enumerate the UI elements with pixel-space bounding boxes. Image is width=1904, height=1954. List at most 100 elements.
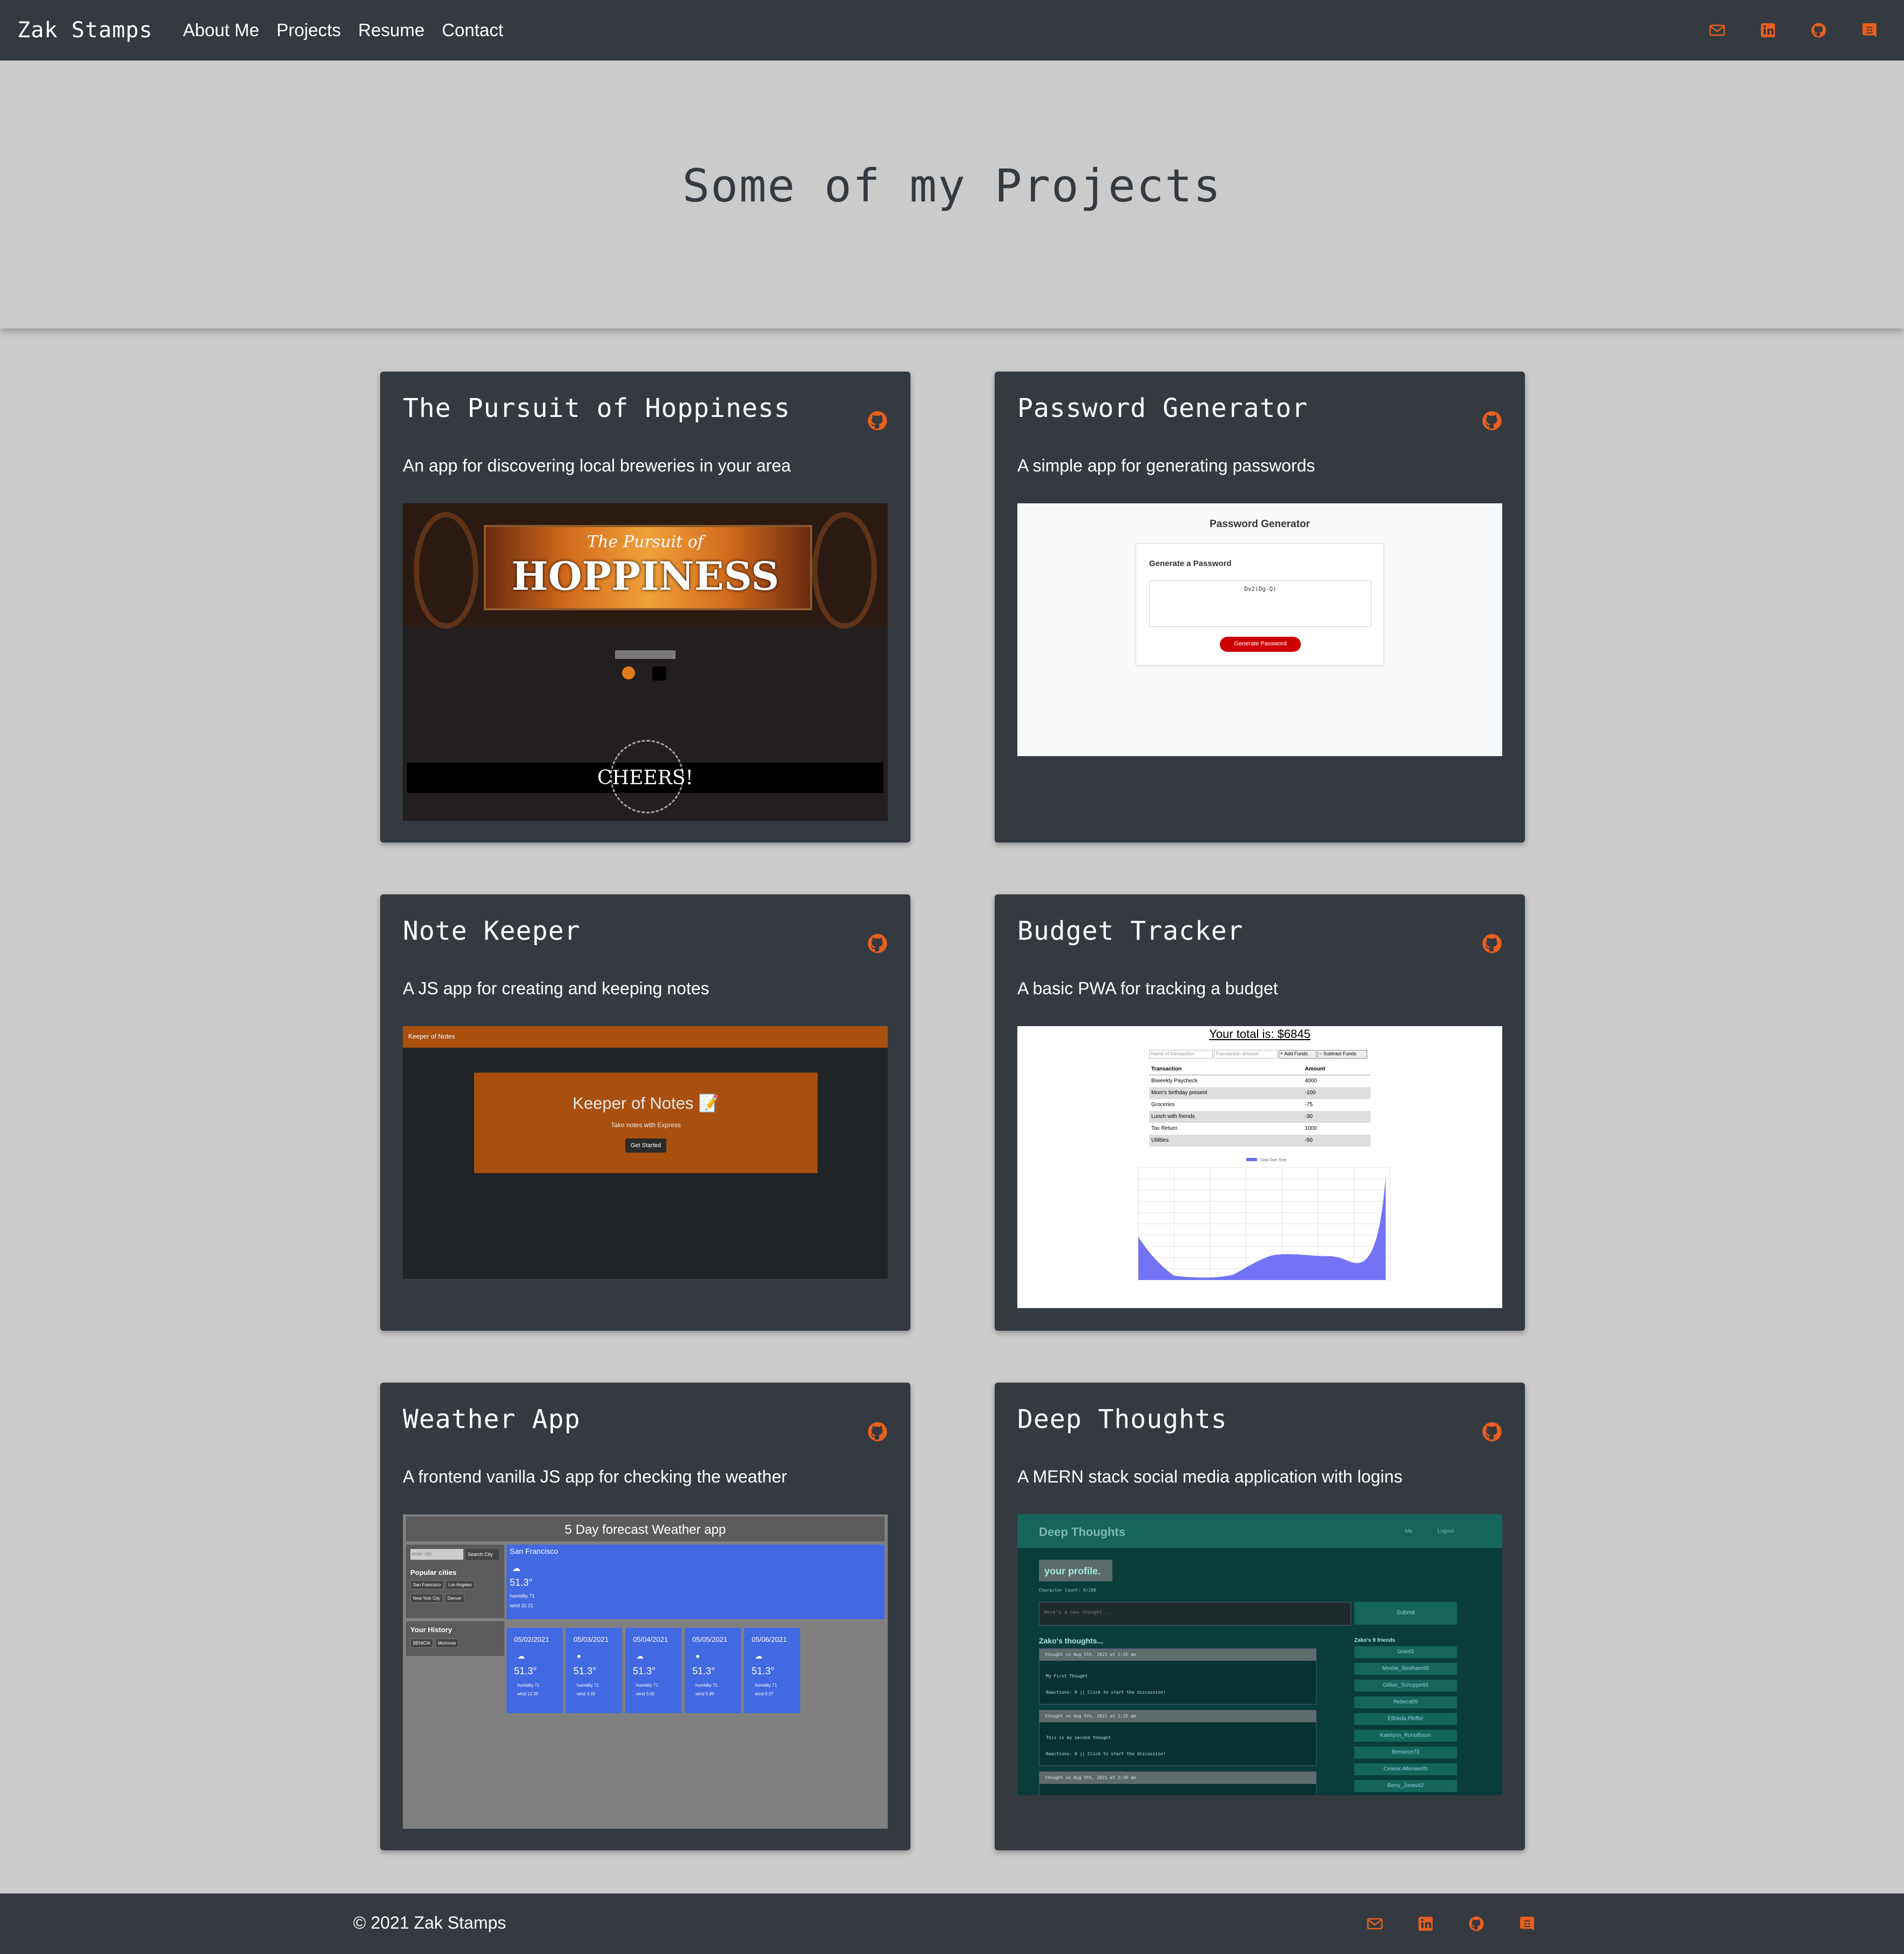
project-description: A basic PWA for tracking a budget <box>1017 979 1278 998</box>
dt-thought-card[interactable]: thought on Aug 5th, 2021 at 2:35 am This … <box>1039 1710 1316 1766</box>
project-screenshot[interactable]: Password Generator Generate a Password D… <box>1017 503 1502 756</box>
dt-friend-button[interactable]: Berry_Jones42 <box>1354 1780 1457 1792</box>
copyright: © 2021 Zak Stamps <box>353 1913 507 1932</box>
dt-friend-button[interactable]: Gillian_Schuppe89 <box>1354 1680 1457 1692</box>
project-screenshot[interactable]: Deep Thoughts Me Logout your profile. Ch… <box>1017 1514 1502 1795</box>
hoppiness-logo-line1: The Pursuit of <box>587 533 704 551</box>
dt-thought-card[interactable]: thought on Aug 5th, 2021 at 2:35 am My Fi… <box>1039 1648 1316 1704</box>
table-row: Lunch with friends -30 <box>1149 1111 1370 1123</box>
brand-link[interactable]: Zak Stamps <box>17 18 153 43</box>
discord-icon[interactable] <box>1518 1915 1536 1932</box>
wa-history-button[interactable]: Monrovia <box>435 1639 458 1648</box>
dt-profile-badge: your profile. <box>1039 1560 1112 1581</box>
nav-link-contact[interactable]: Contact <box>442 20 503 41</box>
dt-friend-button[interactable]: Rebeca55 <box>1354 1696 1457 1708</box>
cheers-logo: CHEERS! <box>597 767 693 789</box>
get-started-label: Get Started <box>630 1142 661 1149</box>
wa-day-temp: 51.3° <box>752 1666 775 1676</box>
wa-search-placeholder: enter city <box>412 1551 432 1557</box>
github-icon[interactable] <box>1481 1420 1503 1443</box>
add-funds-button[interactable]: + Add Funds <box>1279 1050 1316 1059</box>
linkedin-icon[interactable] <box>1417 1915 1434 1932</box>
bt-col-amount: Amount <box>1305 1066 1326 1072</box>
project-screenshot[interactable]: 5 Day forecast Weather app enter city Se… <box>403 1514 888 1829</box>
get-started-button[interactable]: Get Started <box>625 1138 666 1153</box>
wa-city-button[interactable]: San Francisco <box>410 1580 444 1589</box>
dt-thought-card[interactable]: thought on Aug 5th, 2021 at 2:38 am <box>1039 1771 1316 1795</box>
linkedin-icon[interactable] <box>1759 22 1777 39</box>
search-city-label: Search City <box>468 1552 493 1557</box>
bt-table-header: Transaction Amount <box>1149 1064 1370 1075</box>
search-bar[interactable] <box>615 650 676 659</box>
wa-day-temp: 51.3° <box>514 1666 537 1676</box>
wa-header: 5 Day forecast Weather app <box>406 1517 885 1541</box>
dt-nav-logout[interactable]: Logout <box>1437 1528 1454 1534</box>
generate-password-button[interactable]: Generate Password <box>1220 637 1301 652</box>
subtract-funds-button[interactable]: − Subtract Funds <box>1318 1050 1367 1059</box>
project-screenshot[interactable]: Your total is: $6845 Name of transaction… <box>1017 1026 1502 1308</box>
wa-city-button[interactable]: Los Angeles <box>445 1580 475 1589</box>
dt-thought-input[interactable]: Here's a new thought... <box>1039 1602 1351 1626</box>
cloud-icon: ☁ <box>517 1652 525 1660</box>
dt-submit-button[interactable]: Submit <box>1354 1602 1457 1625</box>
nav-link-about[interactable]: About Me <box>183 20 259 41</box>
github-icon[interactable] <box>1810 22 1827 39</box>
dt-friend-button[interactable]: Grant3 <box>1354 1646 1457 1658</box>
wa-history-button[interactable]: BENICIA <box>410 1639 434 1648</box>
moon-icon: ● <box>577 1652 582 1660</box>
dt-title: Deep Thoughts <box>1039 1525 1126 1539</box>
wa-search-input[interactable]: enter city <box>410 1549 463 1560</box>
wa-day-humidity: humidity 71 <box>517 1683 539 1688</box>
dt-thought-placeholder: Here's a new thought... <box>1044 1610 1111 1615</box>
wa-city-button[interactable]: New York City <box>410 1594 443 1603</box>
dt-submit-label: Submit <box>1396 1609 1415 1616</box>
brewery-icon[interactable] <box>622 666 635 679</box>
nk-navbar: Keeper of Notes <box>403 1026 888 1048</box>
bt-amount-input[interactable]: Transaction amount <box>1214 1050 1278 1059</box>
github-icon[interactable] <box>1468 1915 1485 1932</box>
envelope-icon[interactable] <box>1709 22 1726 39</box>
github-icon[interactable] <box>866 932 889 955</box>
dt-nav-me[interactable]: Me <box>1405 1528 1413 1534</box>
project-title: Budget Tracker <box>1017 916 1244 946</box>
map-icon[interactable] <box>652 666 666 680</box>
bt-cell-amount: -30 <box>1305 1114 1313 1120</box>
dt-friend-button[interactable]: Berniece73 <box>1354 1747 1457 1758</box>
search-city-button[interactable]: Search City <box>465 1549 499 1560</box>
envelope-icon[interactable] <box>1366 1915 1383 1932</box>
wa-day-date: 05/02/2021 <box>514 1635 550 1643</box>
pg-heading: Password Generator <box>1210 518 1310 530</box>
project-card-budget-tracker: Budget Tracker A basic PWA for tracking … <box>995 894 1525 1331</box>
dt-friend-button[interactable]: Moshe_Smitham99 <box>1354 1663 1457 1675</box>
project-card-hoppiness: The Pursuit of Hoppiness An app for disc… <box>380 372 910 843</box>
wa-city-button[interactable]: Denver <box>444 1594 464 1603</box>
discord-icon[interactable] <box>1861 22 1878 39</box>
pg-password-box[interactable]: Dv2(Dg-Q) <box>1149 581 1372 627</box>
project-screenshot[interactable]: Keeper of Notes Keeper of Notes 📝 Take n… <box>403 1026 888 1279</box>
footer-social-icons <box>1366 1894 1536 1954</box>
dt-thought-reactions: Reactions: 0 || Click to start the discu… <box>1046 1751 1166 1756</box>
github-icon[interactable] <box>1481 932 1503 955</box>
bt-cell-amount: -75 <box>1305 1102 1313 1108</box>
nav-social-icons <box>1709 0 1878 60</box>
wa-day-humidity: humidity 71 <box>636 1683 658 1688</box>
project-description: A MERN stack social media application wi… <box>1017 1467 1403 1486</box>
dt-friend-button[interactable]: Ceasar.Altenwerth <box>1354 1763 1457 1775</box>
wa-history-label: Your History <box>410 1626 453 1634</box>
wa-day-temp: 51.3° <box>573 1666 597 1676</box>
github-icon[interactable] <box>1481 409 1503 432</box>
chart-area-series <box>1138 1177 1386 1280</box>
github-icon[interactable] <box>866 1420 889 1443</box>
wa-day-date: 05/03/2021 <box>573 1635 609 1643</box>
dt-friend-button[interactable]: Elfrieda.Pfeffer <box>1354 1713 1457 1725</box>
wa-sidebar-search: enter city Search City Popular cities Sa… <box>406 1545 504 1618</box>
bt-name-input[interactable]: Name of transaction <box>1149 1050 1213 1059</box>
wa-day-humidity: humidity 71 <box>577 1683 599 1688</box>
wa-sidebar-history: Your History BENICIA Monrovia <box>406 1621 504 1656</box>
nav-link-projects[interactable]: Projects <box>276 20 341 41</box>
nav-link-resume[interactable]: Resume <box>358 20 424 41</box>
dt-friend-button[interactable]: Katelynn_Runolfsson <box>1354 1730 1457 1742</box>
project-screenshot[interactable]: The Pursuit of HOPPINESS CHEERS! <box>403 503 888 821</box>
github-icon[interactable] <box>866 409 889 432</box>
project-description: A frontend vanilla JS app for checking t… <box>403 1467 787 1486</box>
